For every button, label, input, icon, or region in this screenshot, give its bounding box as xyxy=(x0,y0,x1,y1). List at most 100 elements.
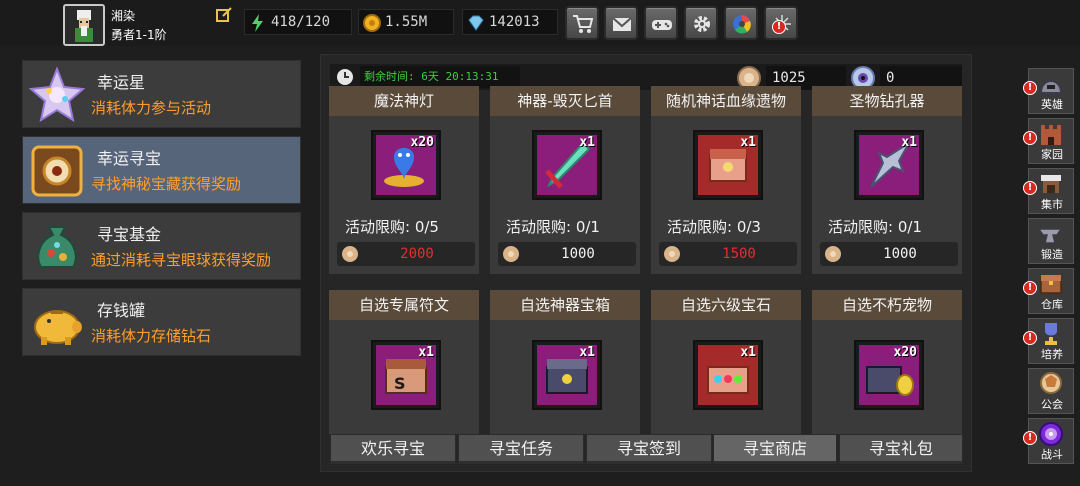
purchase-limit: 活动限购: 0/5 xyxy=(345,218,439,236)
shop-card[interactable]: 自选专属符文 S x1 xyxy=(329,290,479,434)
side-nav-train[interactable]: ! 培养 xyxy=(1023,318,1074,364)
side-nav-hero[interactable]: ! 英雄 xyxy=(1023,68,1074,114)
purchase-limit: 活动限购: 0/1 xyxy=(828,218,922,236)
currency-eye-value: 0 xyxy=(886,70,895,86)
menu-desc: 消耗体力参与活动 xyxy=(91,99,212,117)
item-qty: x20 xyxy=(893,345,917,360)
menu-desc: 通过消耗寻宝眼球获得奖励 xyxy=(91,251,272,269)
stamina-display: 418/120 xyxy=(244,9,352,35)
gamepad-icon xyxy=(652,20,672,30)
side-nav-forge[interactable]: 锻造 xyxy=(1028,218,1074,264)
gold-display: 1.55M xyxy=(358,9,454,35)
mail-button[interactable] xyxy=(604,6,638,40)
game-button[interactable] xyxy=(644,6,678,40)
price-button[interactable]: 1000 xyxy=(820,242,958,266)
menu-item-piggy-bank[interactable]: 存钱罐 消耗体力存储钻石 xyxy=(22,288,301,356)
tab-treasure-pack[interactable]: 寻宝礼包 xyxy=(839,434,963,464)
alert-badge-icon: ! xyxy=(772,20,786,34)
price-value: 1500 xyxy=(722,246,756,262)
shop-cart-button[interactable] xyxy=(565,6,599,40)
side-nav-label: 锻造 xyxy=(1041,248,1063,261)
price-value: 1000 xyxy=(561,246,595,262)
menu-item-lucky-treasure[interactable]: 幸运寻宝 寻找神秘宝藏获得奖励 xyxy=(22,136,301,204)
shop-card[interactable]: 自选不朽宠物 x20 xyxy=(812,290,962,434)
treasure-coin-icon xyxy=(663,245,681,263)
side-nav-market[interactable]: ! 集市 xyxy=(1023,168,1074,214)
item-qty: x1 xyxy=(740,345,756,360)
item-icon-frame: x1 xyxy=(695,342,761,408)
alert-badge-icon: ! xyxy=(1023,281,1037,295)
shop-card[interactable]: 随机神话血缘遗物 x1 活动限购: 0/3 1500 xyxy=(651,86,801,274)
price-button[interactable]: 2000 xyxy=(337,242,475,266)
svg-text:S: S xyxy=(394,374,406,393)
menu-title: 存钱罐 xyxy=(97,301,146,320)
lucky-star-icon xyxy=(27,65,87,125)
side-nav-guild[interactable]: 公会 xyxy=(1028,368,1074,414)
alert-badge-icon: ! xyxy=(1023,81,1037,95)
currency-coin-value: 1025 xyxy=(772,70,806,86)
tab-treasure-signin[interactable]: 寻宝签到 xyxy=(586,434,712,464)
side-nav-home[interactable]: ! 家园 xyxy=(1023,118,1074,164)
item-title: 神器-毁灭匕首 xyxy=(490,86,640,116)
price-value: 1000 xyxy=(883,246,917,262)
tab-treasure-tasks[interactable]: 寻宝任务 xyxy=(458,434,584,464)
side-nav-battle[interactable]: ! 战斗 xyxy=(1023,418,1074,464)
menu-title: 寻宝基金 xyxy=(97,225,162,244)
shop-card[interactable]: 自选六级宝石 x1 xyxy=(651,290,801,434)
item-qty: x1 xyxy=(901,135,917,150)
lightning-icon xyxy=(248,13,268,33)
shop-card[interactable]: 魔法神灯 x20 活动限购: 0/5 2000 xyxy=(329,86,479,274)
treasure-coin-icon xyxy=(502,245,520,263)
castle-icon xyxy=(1037,121,1065,147)
gear-icon xyxy=(694,16,710,32)
fund-bag-icon xyxy=(27,217,87,277)
player-avatar[interactable] xyxy=(63,4,105,46)
menu-title: 幸运寻宝 xyxy=(97,149,162,168)
treasure-map-icon xyxy=(27,141,87,201)
treasure-coin-icon xyxy=(341,245,359,263)
menu-item-lucky-star[interactable]: 幸运星 消耗体力参与活动 xyxy=(22,60,301,128)
color-wheel-button[interactable] xyxy=(724,6,758,40)
item-title: 圣物钻孔器 xyxy=(812,86,962,116)
remaining-time: 剩余时间: 6天 20:13:31 xyxy=(360,66,520,88)
edit-name-icon[interactable] xyxy=(215,6,233,24)
side-nav-label: 英雄 xyxy=(1041,98,1063,111)
item-icon-frame: x20 xyxy=(856,342,922,408)
item-qty: x1 xyxy=(418,345,434,360)
helmet-icon xyxy=(1037,71,1065,97)
shop-card[interactable]: 圣物钻孔器 x1 活动限购: 0/1 1000 xyxy=(812,86,962,274)
chest-icon xyxy=(1037,271,1065,297)
side-nav-warehouse[interactable]: ! 仓库 xyxy=(1023,268,1074,314)
tab-happy-treasure[interactable]: 欢乐寻宝 xyxy=(330,434,456,464)
shop-card[interactable]: 自选神器宝箱 x1 xyxy=(490,290,640,434)
item-title: 自选神器宝箱 xyxy=(490,290,640,320)
item-icon-frame: x1 xyxy=(534,132,600,198)
event-button[interactable]: ! xyxy=(764,6,798,40)
item-icon-frame: S x1 xyxy=(373,342,439,408)
item-qty: x20 xyxy=(410,135,434,150)
settings-button[interactable] xyxy=(684,6,718,40)
gold-coin-icon xyxy=(362,13,382,33)
item-qty: x1 xyxy=(579,135,595,150)
alert-badge-icon: ! xyxy=(1023,331,1037,345)
item-icon-frame: x1 xyxy=(856,132,922,198)
guild-crest-icon xyxy=(1037,371,1065,397)
item-qty: x1 xyxy=(740,135,756,150)
item-title: 自选不朽宠物 xyxy=(812,290,962,320)
menu-item-treasure-fund[interactable]: 寻宝基金 通过消耗寻宝眼球获得奖励 xyxy=(22,212,301,280)
menu-desc: 消耗体力存储钻石 xyxy=(91,327,212,345)
side-nav-label: 培养 xyxy=(1041,348,1063,361)
gold-value: 1.55M xyxy=(385,14,428,30)
item-title: 随机神话血缘遗物 xyxy=(651,86,801,116)
trophy-icon xyxy=(1037,321,1065,347)
alert-badge-icon: ! xyxy=(1023,431,1037,445)
item-icon-frame: x20 xyxy=(373,132,439,198)
shop-card[interactable]: 神器-毁灭匕首 x1 活动限购: 0/1 1000 xyxy=(490,86,640,274)
menu-desc: 寻找神秘宝藏获得奖励 xyxy=(91,175,242,193)
diamond-value: 142013 xyxy=(489,14,540,30)
tab-treasure-shop[interactable]: 寻宝商店 xyxy=(713,434,837,464)
price-button[interactable]: 1000 xyxy=(498,242,636,266)
item-icon-frame: x1 xyxy=(695,132,761,198)
side-nav-label: 仓库 xyxy=(1041,298,1063,311)
price-button[interactable]: 1500 xyxy=(659,242,797,266)
